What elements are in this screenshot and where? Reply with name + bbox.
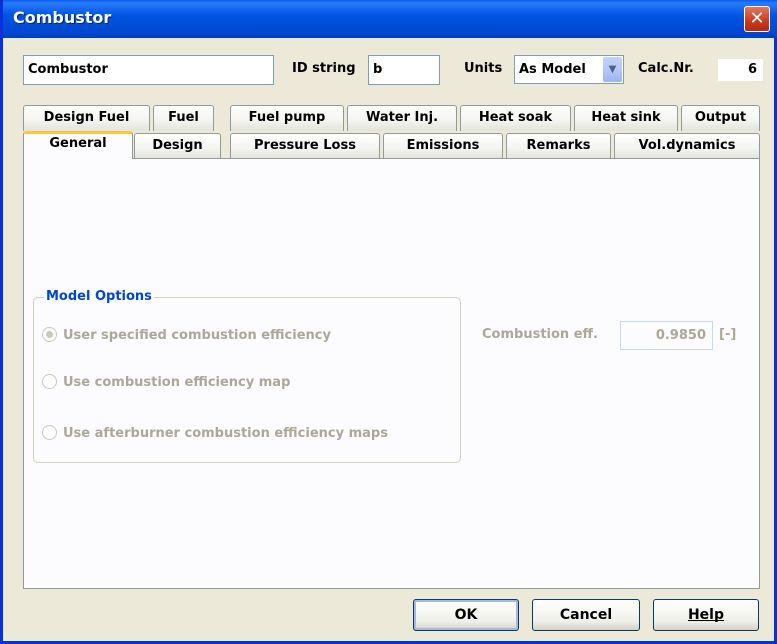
- combustion-eff-input[interactable]: 0.9850: [620, 321, 713, 350]
- tab-pressure-loss[interactable]: Pressure Loss: [230, 133, 380, 159]
- tab-vol-dynamics[interactable]: Vol.dynamics: [614, 133, 760, 159]
- calc-nr-value: 6: [718, 59, 763, 81]
- model-options-title: Model Options: [44, 289, 154, 304]
- tab-general[interactable]: General: [23, 131, 133, 159]
- radio-unchecked-icon[interactable]: [42, 425, 57, 440]
- radio-label: Use combustion efficiency map: [63, 375, 291, 390]
- units-select-value: As Model: [519, 62, 586, 77]
- combustion-eff-label: Combustion eff.: [482, 327, 598, 342]
- tab-design[interactable]: Design: [134, 133, 221, 159]
- tab-heat-soak[interactable]: Heat soak: [460, 105, 571, 131]
- tab-output[interactable]: Output: [681, 105, 760, 131]
- tab-water-inj[interactable]: Water Inj.: [347, 105, 457, 131]
- units-label: Units: [464, 61, 503, 76]
- title-bar[interactable]: Combustor ✕: [3, 0, 777, 38]
- tab-fuel-pump[interactable]: Fuel pump: [230, 105, 344, 131]
- tab-design-fuel[interactable]: Design Fuel: [23, 105, 150, 131]
- calc-nr-label: Calc.Nr.: [638, 61, 694, 76]
- tab-remarks[interactable]: Remarks: [506, 133, 611, 159]
- ok-button[interactable]: OK: [413, 599, 519, 631]
- tab-emissions[interactable]: Emissions: [383, 133, 503, 159]
- close-icon: ✕: [749, 8, 765, 29]
- combustion-eff-unit: [-]: [719, 327, 737, 342]
- id-string-input[interactable]: b: [368, 55, 440, 85]
- id-string-label: ID string: [292, 61, 356, 76]
- chevron-down-icon[interactable]: ▼: [603, 57, 622, 82]
- radio-efficiency-map[interactable]: Use combustion efficiency map: [42, 374, 290, 394]
- radio-checked-icon[interactable]: [42, 327, 57, 342]
- tab-heat-sink[interactable]: Heat sink: [574, 105, 678, 131]
- cancel-button[interactable]: Cancel: [532, 599, 640, 631]
- tab-fuel[interactable]: Fuel: [153, 105, 214, 131]
- radio-user-specified-efficiency[interactable]: User specified combustion efficiency: [42, 327, 331, 347]
- radio-label: User specified combustion efficiency: [63, 328, 331, 343]
- help-button[interactable]: Help: [653, 599, 759, 631]
- units-select[interactable]: As Model ▼: [514, 55, 624, 84]
- window-title: Combustor: [13, 8, 112, 27]
- radio-label: Use afterburner combustion efficiency ma…: [63, 426, 388, 441]
- radio-unchecked-icon[interactable]: [42, 374, 57, 389]
- dialog-window: Combustor ✕ Combustor ID string b Units …: [0, 0, 777, 644]
- component-name-input[interactable]: Combustor: [23, 55, 274, 85]
- close-button[interactable]: ✕: [744, 6, 770, 32]
- radio-afterburner-efficiency-maps[interactable]: Use afterburner combustion efficiency ma…: [42, 425, 388, 445]
- help-button-label: Help: [687, 607, 725, 623]
